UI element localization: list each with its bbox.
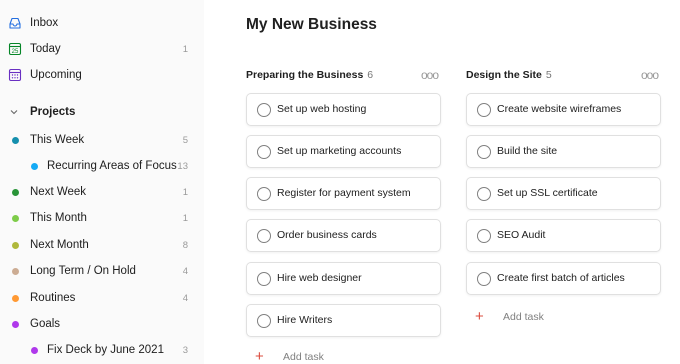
- task-card[interactable]: Build the site: [466, 135, 661, 168]
- project-item-long-term-on-hold[interactable]: Long Term / On Hold 4: [0, 258, 204, 284]
- project-count: 4: [182, 265, 188, 277]
- project-label: Next Month: [30, 239, 89, 251]
- project-color-dot: [12, 241, 19, 249]
- project-label: Goals: [30, 318, 61, 330]
- task-checkbox[interactable]: [257, 145, 271, 159]
- task-checkbox[interactable]: [477, 229, 491, 243]
- project-label: Fix Deck by June 2021: [47, 344, 164, 356]
- add-task-button[interactable]: + Add task: [255, 348, 324, 364]
- project-color-dot: [12, 214, 19, 222]
- project-label: Recurring Areas of Focus: [47, 160, 177, 172]
- add-task-button[interactable]: + Add task: [475, 308, 544, 325]
- project-label: Next Week: [30, 186, 87, 198]
- task-card[interactable]: Set up web hosting: [246, 93, 441, 126]
- task-checkbox[interactable]: [477, 272, 491, 286]
- inbox-icon: [9, 17, 21, 29]
- sidebar-item-count: 1: [182, 43, 188, 55]
- task-checkbox[interactable]: [477, 103, 491, 117]
- sidebar-item-upcoming[interactable]: Upcoming: [0, 62, 204, 88]
- task-title: Order business cards: [277, 229, 377, 241]
- task-title: Set up SSL certificate: [497, 187, 598, 199]
- project-color-dot: [12, 294, 19, 302]
- plus-icon: +: [255, 348, 264, 364]
- calendar-upcoming-icon: [8, 68, 22, 82]
- task-title: Create website wireframes: [497, 103, 622, 115]
- task-checkbox[interactable]: [257, 229, 271, 243]
- add-task-label: Add task: [283, 351, 324, 363]
- task-card[interactable]: Register for payment system: [246, 177, 441, 210]
- project-item-recurring-areas-of-focus[interactable]: Recurring Areas of Focus 13: [0, 153, 204, 179]
- project-count: 3: [182, 344, 188, 356]
- project-count: 1: [182, 186, 188, 198]
- task-card[interactable]: Create first batch of articles: [466, 262, 661, 295]
- task-card[interactable]: Set up SSL certificate: [466, 177, 661, 210]
- sidebar-item-today[interactable]: 25 Today 1: [0, 36, 204, 62]
- sidebar: Inbox 25 Today 1 Upcoming Projects This …: [0, 0, 204, 364]
- svg-text:25: 25: [12, 49, 19, 55]
- section-name: Preparing the Business: [246, 69, 364, 81]
- task-card[interactable]: Order business cards: [246, 219, 441, 252]
- sidebar-item-label: Inbox: [30, 17, 59, 29]
- project-item-next-week[interactable]: Next Week 1: [0, 179, 204, 205]
- project-item-this-week[interactable]: This Week 5: [0, 127, 204, 153]
- task-checkbox[interactable]: [477, 145, 491, 159]
- project-count: 13: [177, 160, 188, 172]
- task-checkbox[interactable]: [477, 187, 491, 201]
- project-count: 5: [182, 134, 188, 146]
- task-title: Set up web hosting: [277, 103, 367, 115]
- project-color-dot: [12, 188, 19, 196]
- task-card[interactable]: SEO Audit: [466, 219, 661, 252]
- section-more-menu-icon[interactable]: ooo: [641, 68, 659, 82]
- projects-header[interactable]: Projects: [0, 99, 204, 125]
- project-label: This Month: [30, 212, 87, 224]
- project-label: Routines: [30, 292, 76, 304]
- task-checkbox[interactable]: [257, 272, 271, 286]
- chevron-down-icon[interactable]: [10, 108, 18, 116]
- sidebar-item-inbox[interactable]: Inbox: [0, 10, 204, 36]
- project-color-dot: [12, 136, 19, 144]
- project-color-dot: [31, 162, 38, 170]
- projects-header-label: Projects: [30, 106, 76, 118]
- task-checkbox[interactable]: [257, 314, 271, 328]
- task-title: SEO Audit: [497, 229, 546, 241]
- task-card[interactable]: Create website wireframes: [466, 93, 661, 126]
- project-count: 1: [182, 212, 188, 224]
- section-more-menu-icon[interactable]: ooo: [421, 68, 439, 82]
- project-item-goals[interactable]: Goals: [0, 311, 204, 337]
- section-count: 6: [367, 69, 374, 81]
- task-title: Hire web designer: [277, 272, 362, 284]
- project-count: 4: [182, 292, 188, 304]
- project-count: 8: [182, 239, 188, 251]
- task-title: Create first batch of articles: [497, 272, 625, 284]
- section-name: Design the Site: [466, 69, 542, 81]
- task-card[interactable]: Hire web designer: [246, 262, 441, 295]
- project-color-dot: [12, 267, 19, 275]
- project-item-routines[interactable]: Routines 4: [0, 285, 204, 311]
- project-item-fix-deck-by-june-2021[interactable]: Fix Deck by June 2021 3: [0, 337, 204, 363]
- page-title: My New Business: [246, 16, 377, 33]
- project-label: Long Term / On Hold: [30, 265, 136, 277]
- project-color-dot: [12, 320, 19, 328]
- task-title: Hire Writers: [277, 314, 333, 326]
- add-task-label: Add task: [503, 311, 544, 323]
- project-color-dot: [31, 346, 38, 354]
- project-label: This Week: [30, 134, 85, 146]
- project-item-this-month[interactable]: This Month 1: [0, 205, 204, 231]
- task-card[interactable]: Set up marketing accounts: [246, 135, 441, 168]
- section-header-preparing-the-business[interactable]: Preparing the Business 6: [246, 69, 373, 81]
- project-item-next-month[interactable]: Next Month 8: [0, 232, 204, 258]
- task-card[interactable]: Hire Writers: [246, 304, 441, 337]
- task-title: Set up marketing accounts: [277, 145, 402, 157]
- task-title: Build the site: [497, 145, 558, 157]
- task-title: Register for payment system: [277, 187, 411, 199]
- section-header-design-the-site[interactable]: Design the Site 5: [466, 69, 552, 81]
- plus-icon: +: [475, 308, 484, 325]
- sidebar-item-label: Today: [30, 43, 61, 55]
- task-checkbox[interactable]: [257, 187, 271, 201]
- task-checkbox[interactable]: [257, 103, 271, 117]
- sidebar-item-label: Upcoming: [30, 69, 82, 81]
- calendar-today-icon: 25: [8, 42, 22, 56]
- section-count: 5: [545, 69, 552, 81]
